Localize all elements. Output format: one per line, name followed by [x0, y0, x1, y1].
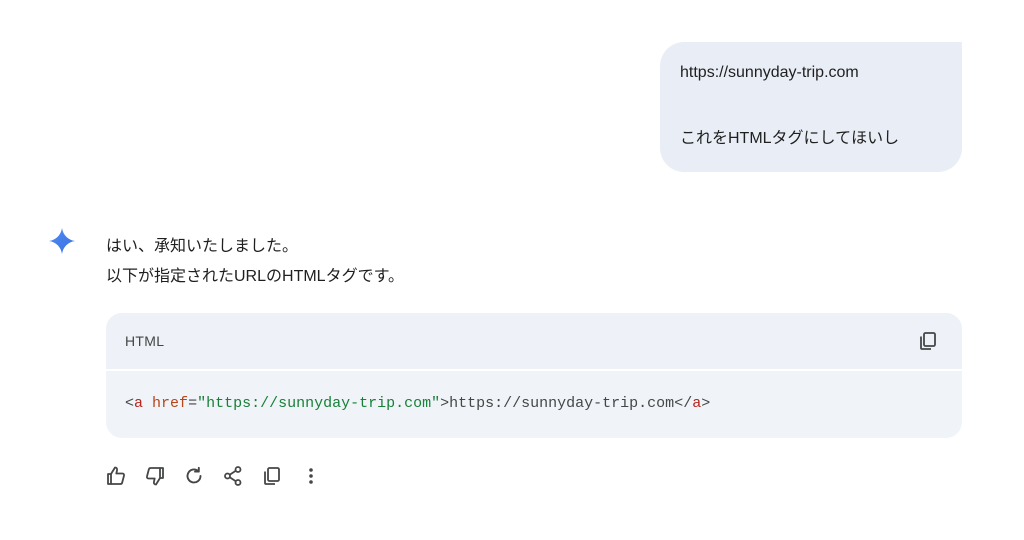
code-token-gt-close: >	[701, 395, 711, 412]
copy-button[interactable]	[260, 464, 284, 488]
refresh-icon	[186, 466, 202, 484]
code-token-eq: =	[188, 395, 198, 412]
code-content: < a href = "https://sunnyday-trip.com" > http…	[106, 371, 962, 436]
chat-page: https://sunnyday-trip.com これをHTMLタグにしてほい…	[0, 0, 1024, 540]
regenerate-button[interactable]	[182, 464, 206, 488]
share-icon	[224, 466, 242, 486]
response-line-2: 以下が指定されたURLのHTMLタグです。	[106, 268, 404, 285]
response-actions	[104, 464, 338, 488]
more-options-button[interactable]	[299, 464, 323, 488]
copy-icon	[920, 332, 936, 350]
user-message-line-2: これをHTMLタグにしてほいし	[680, 130, 900, 147]
more-vert-icon	[309, 468, 313, 484]
thumbs-up-icon	[107, 466, 125, 485]
code-token-lt-close: </	[674, 395, 693, 412]
share-button[interactable]	[221, 464, 245, 488]
code-token-tag-close: a	[692, 395, 702, 412]
code-language-label: HTML	[125, 333, 165, 349]
code-block-header: HTML	[106, 313, 962, 371]
response-text: はい、承知いたしました。 以下が指定されたURLのHTMLタグです。	[106, 232, 404, 292]
user-message-bubble: https://sunnyday-trip.com これをHTMLタグにしてほい…	[660, 42, 962, 172]
code-block: HTML < a href = "https://sunnyday-trip.com"…	[106, 313, 962, 438]
code-token-tag-open: a	[134, 395, 144, 412]
gemini-spark-icon	[48, 227, 76, 255]
user-message-line-1: https://sunnyday-trip.com	[680, 64, 859, 81]
thumbs-up-button[interactable]	[104, 464, 128, 488]
code-token-lt: <	[125, 395, 135, 412]
thumbs-down-icon	[146, 467, 164, 486]
copy-code-button[interactable]	[916, 329, 940, 353]
code-token-attr: href	[152, 395, 189, 412]
code-token-text: https://sunnyday-trip.com	[449, 395, 675, 412]
thumbs-down-button[interactable]	[143, 464, 167, 488]
copy-icon	[264, 467, 280, 485]
code-token-value: "https://sunnyday-trip.com"	[197, 395, 441, 412]
response-line-1: はい、承知いたしました。	[106, 238, 299, 255]
code-token-gt: >	[440, 395, 450, 412]
